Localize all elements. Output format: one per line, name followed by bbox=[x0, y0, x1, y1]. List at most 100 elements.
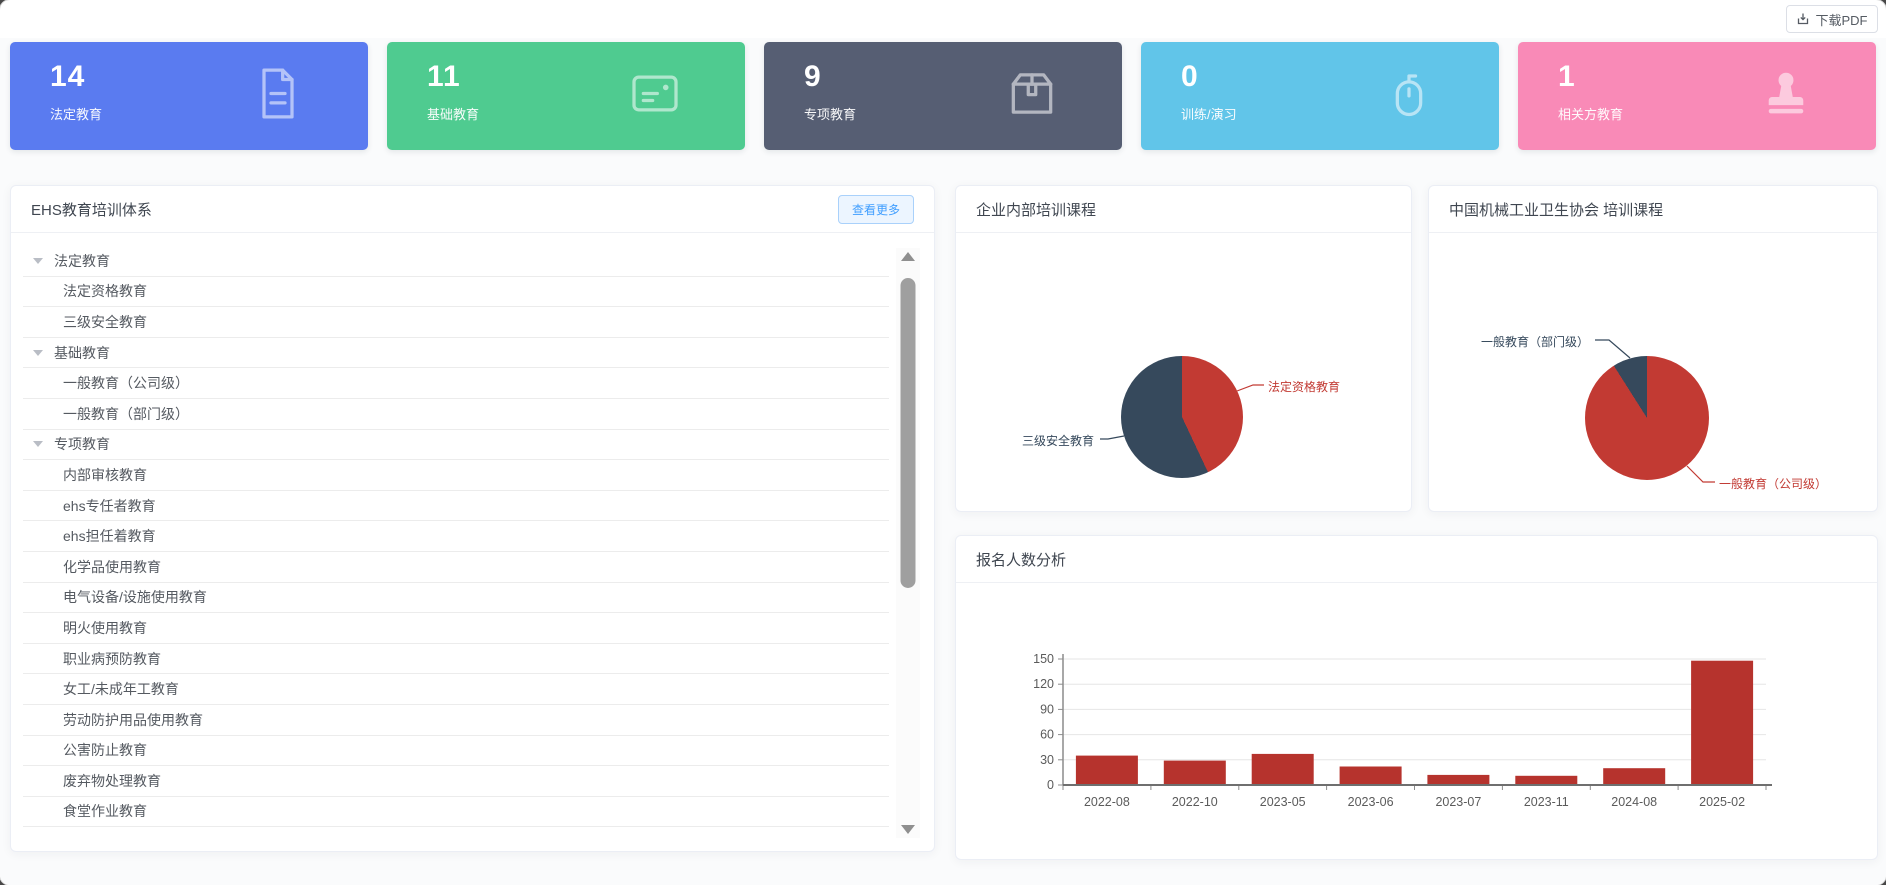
bar-panel-header: 报名人数分析 bbox=[956, 536, 1877, 583]
tree-item-6[interactable]: 专项教育 bbox=[23, 430, 889, 461]
pie-slice-label: 一般教育（部门级） bbox=[1481, 333, 1589, 350]
stat-card-label: 法定教育 bbox=[50, 104, 368, 123]
download-icon bbox=[1796, 12, 1810, 26]
bar-xtick-label: 2023-07 bbox=[1435, 795, 1481, 809]
dashboard-page: 下载PDF 14法定教育11基础教育9专项教育0训练/演习1相关方教育 EHS教… bbox=[0, 0, 1886, 885]
bar-ytick-label: 90 bbox=[1040, 702, 1054, 716]
tree-item-18[interactable]: 食堂作业教育 bbox=[23, 797, 889, 828]
tree-item-label: 食堂作业教育 bbox=[63, 801, 147, 821]
stat-card-value: 9 bbox=[804, 59, 1122, 95]
scrollbar-thumb[interactable] bbox=[901, 278, 916, 588]
bar-2023-06[interactable] bbox=[1340, 767, 1402, 786]
tree-item-11[interactable]: 电气设备/设施使用教育 bbox=[23, 583, 889, 614]
bar-panel-title: 报名人数分析 bbox=[976, 549, 1066, 570]
bar-ytick-label: 120 bbox=[1033, 677, 1054, 691]
association-training-pie-panel: 中国机械工业卫生协会 培训课程 一般教育（部门级） 一般教育（公司级） bbox=[1428, 185, 1878, 512]
tree-item-label: 女工/未成年工教育 bbox=[63, 679, 179, 699]
tree-item-label: 一般教育（公司级） bbox=[63, 373, 189, 393]
bar-2023-05[interactable] bbox=[1252, 754, 1314, 785]
ehs-training-tree-panel: EHS教育培训体系 查看更多 法定教育法定资格教育三级安全教育基础教育一般教育（… bbox=[10, 185, 935, 852]
tree-item-label: 明火使用教育 bbox=[63, 618, 147, 638]
bar-2022-10[interactable] bbox=[1164, 761, 1226, 785]
tree-item-7[interactable]: 内部审核教育 bbox=[23, 460, 889, 491]
stat-card-3[interactable]: 0训练/演习 bbox=[1141, 42, 1499, 150]
bar-xtick-label: 2022-08 bbox=[1084, 795, 1130, 809]
tree-item-5[interactable]: 一般教育（部门级） bbox=[23, 399, 889, 430]
internal-training-pie-panel: 企业内部培训课程 法定资格教育三级安全教育 bbox=[955, 185, 1412, 512]
pie1-header: 中国机械工业卫生协会 培训课程 bbox=[1429, 186, 1877, 233]
enrollment-bar-chart: 03060901201502022-082022-102023-052023-0… bbox=[956, 583, 1877, 859]
pie0-title: 企业内部培训课程 bbox=[976, 199, 1096, 220]
tree-panel-header: EHS教育培训体系 查看更多 bbox=[11, 186, 934, 233]
bar-2023-07[interactable] bbox=[1427, 775, 1489, 785]
tree-item-17[interactable]: 废弃物处理教育 bbox=[23, 766, 889, 797]
pie-slice-disc[interactable] bbox=[1121, 356, 1243, 478]
tree-item-label: 法定教育 bbox=[54, 251, 110, 271]
tree-item-2[interactable]: 三级安全教育 bbox=[23, 307, 889, 338]
tree-item-label: 一般教育（部门级） bbox=[63, 404, 189, 424]
tree-item-label: 三级安全教育 bbox=[63, 312, 147, 332]
view-more-button[interactable]: 查看更多 bbox=[838, 195, 914, 224]
tree-item-10[interactable]: 化学品使用教育 bbox=[23, 552, 889, 583]
bar-2023-11[interactable] bbox=[1515, 776, 1577, 785]
tree-item-label: ehs担任着教育 bbox=[63, 526, 156, 546]
stat-card-icon-wrap bbox=[1004, 66, 1060, 127]
pie0-chart: 法定资格教育三级安全教育 bbox=[956, 233, 1411, 511]
tree-item-label: 废弃物处理教育 bbox=[63, 771, 161, 791]
tree-item-0[interactable]: 法定教育 bbox=[23, 246, 889, 277]
tree-item-label: 职业病预防教育 bbox=[63, 649, 161, 669]
stat-card-4[interactable]: 1相关方教育 bbox=[1518, 42, 1876, 150]
pie-slice-disc[interactable] bbox=[1585, 356, 1709, 480]
bar-ytick-label: 0 bbox=[1047, 778, 1054, 792]
caret-down-icon[interactable] bbox=[33, 258, 43, 264]
package-icon bbox=[1004, 66, 1060, 122]
enrollment-analysis-panel: 报名人数分析 03060901201502022-082022-102023-0… bbox=[955, 535, 1878, 860]
pie-slice-label: 三级安全教育 bbox=[1022, 432, 1094, 449]
bar-xtick-label: 2023-06 bbox=[1348, 795, 1394, 809]
tree-item-15[interactable]: 劳动防护用品使用教育 bbox=[23, 705, 889, 736]
tree-item-12[interactable]: 明火使用教育 bbox=[23, 613, 889, 644]
stat-card-icon-wrap bbox=[627, 66, 683, 127]
bar-2022-08[interactable] bbox=[1076, 756, 1138, 785]
tree-item-4[interactable]: 一般教育（公司级） bbox=[23, 368, 889, 399]
stat-card-0[interactable]: 14 法定教育 bbox=[10, 42, 368, 150]
scroll-down-icon[interactable] bbox=[901, 825, 915, 834]
caret-down-icon[interactable] bbox=[33, 350, 43, 356]
tree-item-label: 基础教育 bbox=[54, 343, 110, 363]
pie-slice-label: 一般教育（公司级） bbox=[1719, 475, 1827, 492]
stat-card-1[interactable]: 11基础教育 bbox=[387, 42, 745, 150]
tree-item-label: 电气设备/设施使用教育 bbox=[63, 587, 207, 607]
document-icon bbox=[250, 66, 306, 122]
tree-item-label: ehs专任者教育 bbox=[63, 496, 156, 516]
caret-down-icon[interactable] bbox=[33, 441, 43, 447]
bar-xtick-label: 2025-02 bbox=[1699, 795, 1745, 809]
mouse-icon bbox=[1381, 66, 1437, 122]
tree-item-label: 化学品使用教育 bbox=[63, 557, 161, 577]
download-pdf-button[interactable]: 下载PDF bbox=[1786, 5, 1878, 33]
bar-2024-08[interactable] bbox=[1603, 768, 1665, 785]
stat-card-value: 14 bbox=[50, 59, 368, 95]
tree-item-16[interactable]: 公害防止教育 bbox=[23, 736, 889, 767]
tree-item-14[interactable]: 女工/未成年工教育 bbox=[23, 674, 889, 705]
stat-card-icon-wrap bbox=[250, 66, 306, 127]
tree-item-3[interactable]: 基础教育 bbox=[23, 338, 889, 369]
bar-xtick-label: 2023-11 bbox=[1524, 795, 1569, 809]
bar-xtick-label: 2023-05 bbox=[1260, 795, 1306, 809]
tree-scrollbar[interactable] bbox=[896, 248, 920, 838]
tree-item-9[interactable]: ehs担任着教育 bbox=[23, 521, 889, 552]
stat-card-2[interactable]: 9专项教育 bbox=[764, 42, 1122, 150]
tree-item-8[interactable]: ehs专任者教育 bbox=[23, 491, 889, 522]
pie1-chart: 一般教育（部门级） 一般教育（公司级） bbox=[1429, 233, 1877, 511]
bar-2025-02[interactable] bbox=[1691, 661, 1753, 785]
stat-card-icon-wrap bbox=[1758, 66, 1814, 127]
pie-slice-label: 法定资格教育 bbox=[1268, 378, 1340, 395]
scroll-up-icon[interactable] bbox=[901, 252, 915, 261]
tree-item-13[interactable]: 职业病预防教育 bbox=[23, 644, 889, 675]
tree-item-label: 专项教育 bbox=[54, 434, 110, 454]
tree-panel-title: EHS教育培训体系 bbox=[31, 199, 152, 220]
tree-item-label: 劳动防护用品使用教育 bbox=[63, 710, 203, 730]
pie0-header: 企业内部培训课程 bbox=[956, 186, 1411, 233]
tree-item-1[interactable]: 法定资格教育 bbox=[23, 277, 889, 308]
stat-card-value: 1 bbox=[1558, 59, 1876, 95]
tree-item-label: 内部审核教育 bbox=[63, 465, 147, 485]
